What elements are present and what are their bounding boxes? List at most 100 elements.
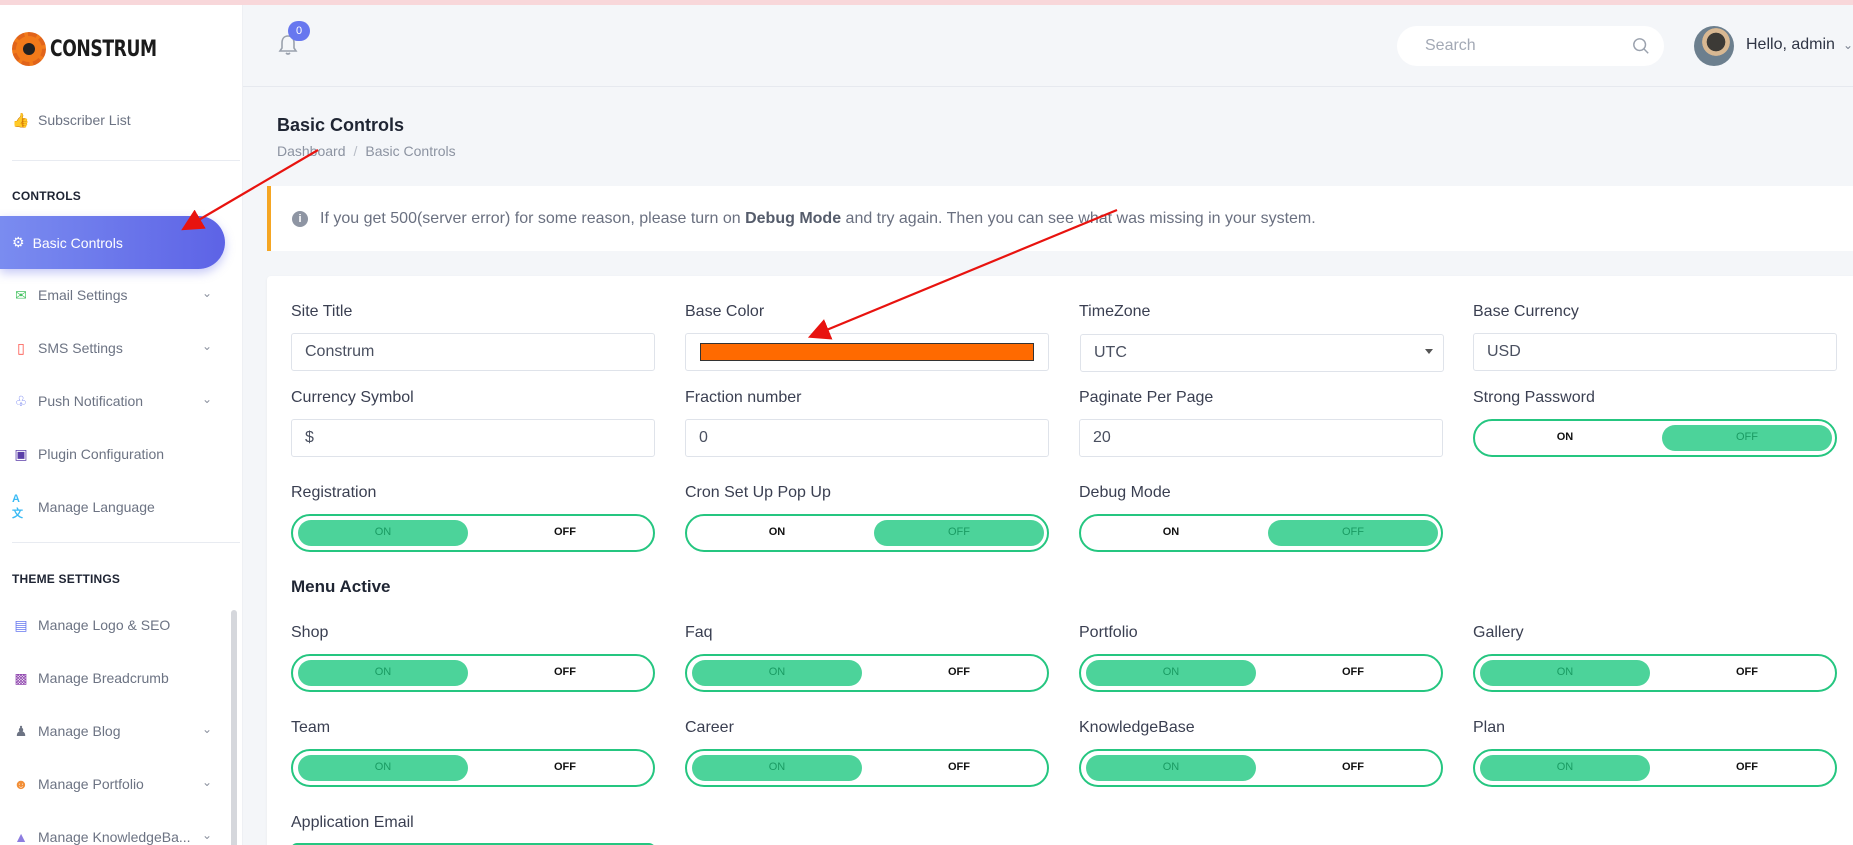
gallery-toggle[interactable]: ON OFF [1473,654,1837,692]
info-icon: i [292,210,308,227]
mobile-icon: ▯ [17,339,25,356]
toggle-on-label[interactable]: ON [1086,666,1256,678]
team-toggle[interactable]: ON OFF [291,749,655,787]
bell-icon: ♧ [14,392,28,409]
toggle-off-label[interactable]: OFF [1268,526,1438,538]
team-label: Team [291,719,331,736]
toggle-on-label[interactable]: ON [1480,761,1650,773]
toggle-on-label[interactable]: ON [298,666,468,678]
cron-popup-toggle[interactable]: ON OFF [685,514,1049,552]
timezone-select[interactable]: UTC [1080,334,1444,372]
faq-toggle[interactable]: ON OFF [685,654,1049,692]
toggle-on-label[interactable]: ON [1480,431,1650,443]
sidebar-item-email-settings[interactable]: ✉ Email Settings ⌄ [12,280,222,310]
chevron-down-icon[interactable]: ⌄ [1843,38,1853,52]
chevron-down-icon: ⌄ [201,722,212,736]
toggle-on-label[interactable]: ON [692,761,862,773]
toggle-off-label[interactable]: OFF [1268,761,1438,773]
chevron-down-icon: ⌄ [201,339,212,353]
toggle-on-label[interactable]: ON [298,526,468,538]
sidebar-item-manage-language[interactable]: A文 Manage Language [12,492,222,522]
knowledgebase-label: KnowledgeBase [1079,719,1195,736]
toggle-off-label[interactable]: OFF [480,526,650,538]
site-title-input[interactable]: Construm [291,333,655,371]
menu-active-heading: Menu Active [291,577,391,596]
sidebar-item-manage-breadcrumb[interactable]: ▩ Manage Breadcrumb [12,663,222,693]
application-email-label: Application Email [291,814,414,831]
search-icon[interactable] [1632,37,1650,55]
registration-label: Registration [291,484,377,501]
sidebar-item-label: Basic Controls [32,234,123,251]
sidebar-scrollbar[interactable] [231,610,237,845]
toggle-on-label[interactable]: ON [1086,761,1256,773]
shop-toggle[interactable]: ON OFF [291,654,655,692]
plan-toggle[interactable]: ON OFF [1473,749,1837,787]
timezone-label: TimeZone [1079,303,1151,320]
search-placeholder: Search [1425,37,1476,54]
graduation-cap-icon: ▲ [14,829,28,845]
sidebar-item-manage-knowledgebase[interactable]: ▲ Manage KnowledgeBa... ⌄ [12,822,222,845]
toggle-on-label[interactable]: ON [298,761,468,773]
toggle-off-label[interactable]: OFF [874,666,1044,678]
toggle-on-label[interactable]: ON [1480,666,1650,678]
notification-count-badge: 0 [288,21,310,41]
chevron-down-icon: ⌄ [201,828,212,842]
currency-symbol-input[interactable]: $ [291,419,655,457]
sidebar-item-manage-blog[interactable]: ♟ Manage Blog ⌄ [12,716,222,746]
toggle-off-label[interactable]: OFF [1662,761,1832,773]
fraction-number-input[interactable]: 0 [685,419,1049,457]
select-arrow-icon [1425,349,1433,354]
users-icon: ♟ [14,722,28,739]
sidebar-item-label: Manage Breadcrumb [38,670,169,686]
sidebar-item-basic-controls[interactable]: ⚙ Basic Controls [0,216,225,269]
sidebar-item-subscriber-list[interactable]: 👍 Subscriber List [12,105,222,135]
chevron-down-icon: ⌄ [201,286,212,300]
sidebar-item-push-notification[interactable]: ♧ Push Notification ⌄ [12,386,222,416]
user-circle-icon: ☻ [13,776,29,792]
toggle-off-label[interactable]: OFF [1662,431,1832,443]
toggle-off-label[interactable]: OFF [480,761,650,773]
language-icon: A文 [12,493,23,520]
timezone-value: UTC [1094,344,1127,361]
sidebar-item-label: Manage Logo & SEO [38,617,171,633]
sidebar-item-manage-portfolio[interactable]: ☻ Manage Portfolio ⌄ [12,769,222,799]
sidebar-item-sms-settings[interactable]: ▯ SMS Settings ⌄ [12,333,222,363]
toolbox-icon: ▣ [14,445,28,462]
sidebar-divider [12,160,240,161]
paginate-per-page-label: Paginate Per Page [1079,389,1214,406]
toggle-off-label[interactable]: OFF [480,666,650,678]
toggle-off-label[interactable]: OFF [874,761,1044,773]
toggle-on-label[interactable]: ON [692,526,862,538]
breadcrumb-dashboard[interactable]: Dashboard [277,143,346,159]
base-color-input[interactable] [685,333,1049,371]
sidebar-item-label: Plugin Configuration [38,446,165,462]
toggle-off-label[interactable]: OFF [1268,666,1438,678]
sidebar-item-label: Manage Portfolio [38,776,144,792]
logo-gear-icon [12,32,46,66]
sidebar-item-manage-logo-seo[interactable]: ▤ Manage Logo & SEO [12,610,222,640]
debug-mode-toggle[interactable]: ON OFF [1079,514,1443,552]
sidebar: CONSTRUM 👍 Subscriber List CONTROLS ⚙ Ba… [0,5,243,845]
breadcrumb: Dashboard / Basic Controls [277,143,456,159]
toggle-on-label[interactable]: ON [692,666,862,678]
knowledgebase-toggle[interactable]: ON OFF [1079,749,1443,787]
sidebar-item-plugin-configuration[interactable]: ▣ Plugin Configuration [12,439,222,469]
logo[interactable]: CONSTRUM [12,31,187,67]
toggle-on-label[interactable]: ON [1086,526,1256,538]
career-toggle[interactable]: ON OFF [685,749,1049,787]
toggle-off-label[interactable]: OFF [1662,666,1832,678]
base-color-label: Base Color [685,303,765,320]
portfolio-toggle[interactable]: ON OFF [1079,654,1443,692]
toggle-off-label[interactable]: OFF [874,526,1044,538]
registration-toggle[interactable]: ON OFF [291,514,655,552]
thumbs-up-icon: 👍 [12,111,30,128]
base-currency-input[interactable]: USD [1473,333,1837,371]
paginate-per-page-input[interactable]: 20 [1079,419,1443,457]
avatar[interactable] [1694,26,1734,66]
shop-label: Shop [291,624,329,641]
sidebar-item-label: SMS Settings [38,340,123,356]
breadcrumb-current: Basic Controls [365,143,456,159]
search-input[interactable]: Search [1397,26,1664,66]
strong-password-toggle[interactable]: ON OFF [1473,419,1837,457]
user-greeting[interactable]: Hello, admin [1746,36,1835,54]
